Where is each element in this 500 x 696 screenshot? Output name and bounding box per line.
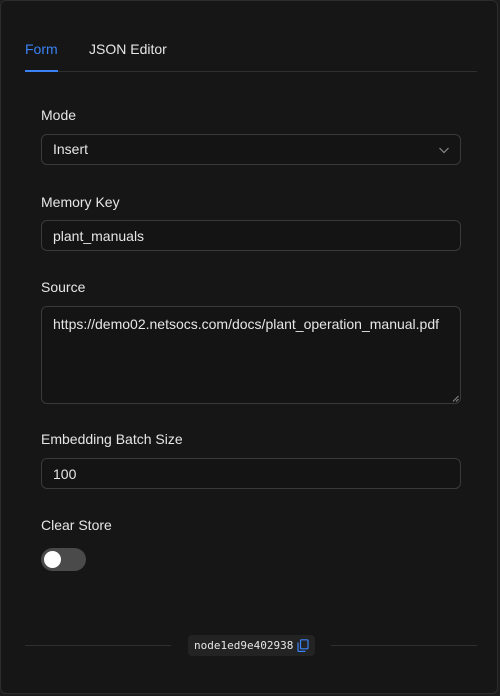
memory-key-input[interactable] bbox=[41, 220, 461, 251]
copy-icon[interactable] bbox=[297, 639, 309, 652]
toggle-knob bbox=[44, 551, 61, 568]
footer-divider-right bbox=[331, 645, 477, 646]
memory-key-label: Memory Key bbox=[41, 194, 120, 210]
mode-select[interactable]: Insert bbox=[41, 134, 461, 165]
tab-bar: Form JSON Editor bbox=[25, 1, 477, 72]
mode-label: Mode bbox=[41, 107, 77, 123]
clear-store-label: Clear Store bbox=[41, 517, 112, 533]
source-textarea[interactable]: https://demo02.netsocs.com/docs/plant_op… bbox=[41, 306, 461, 404]
resize-handle-icon[interactable] bbox=[452, 395, 459, 402]
tab-json-editor[interactable]: JSON Editor bbox=[89, 41, 167, 72]
footer-divider-left bbox=[25, 645, 171, 646]
tab-form[interactable]: Form bbox=[25, 41, 58, 72]
node-id-text: node1ed9e402938 bbox=[194, 639, 294, 652]
node-id-chip: node1ed9e402938 bbox=[188, 635, 316, 656]
mode-selected-value: Insert bbox=[53, 141, 89, 157]
batch-size-input[interactable] bbox=[41, 458, 461, 489]
source-label: Source bbox=[41, 279, 86, 295]
chevron-down-icon bbox=[439, 147, 449, 154]
node-config-panel: Form JSON Editor Mode Insert Memory Key … bbox=[0, 0, 498, 694]
batch-size-label: Embedding Batch Size bbox=[41, 431, 183, 447]
clear-store-toggle[interactable] bbox=[41, 548, 86, 571]
